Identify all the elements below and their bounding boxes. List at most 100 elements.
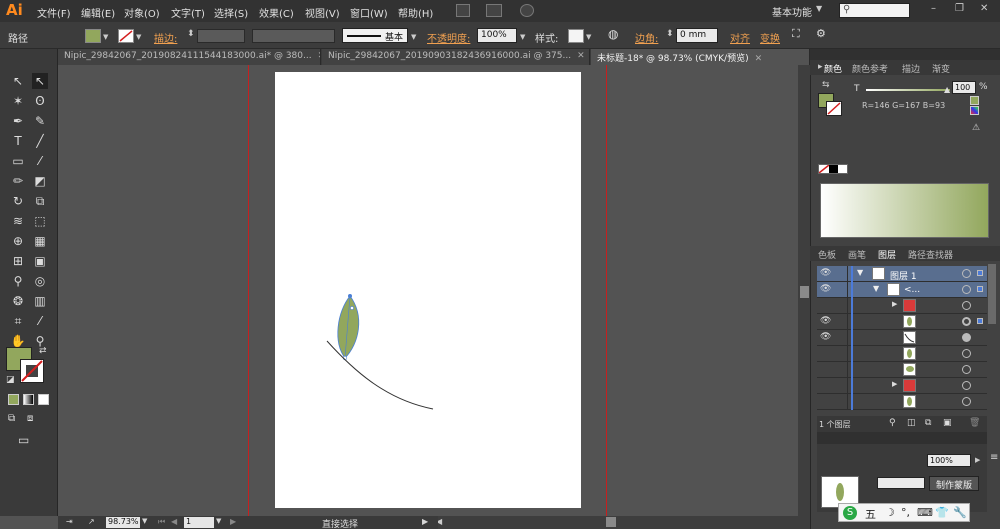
tab-document-1[interactable]: Nipic_29842067_20190824111544183000.ai* … — [58, 49, 321, 65]
graph-tool-icon[interactable]: ▥ — [32, 293, 48, 309]
ime-toolbar[interactable]: S 五 ☽ °, ⌨ 👕 🔧 — [838, 503, 970, 522]
gradient-mode-icon[interactable] — [23, 394, 34, 405]
delete-layer-icon[interactable]: 🗑 — [969, 418, 980, 428]
target-circle-icon[interactable] — [962, 285, 971, 294]
free-transform-tool-icon[interactable]: ⬚ — [32, 213, 48, 229]
tab-color-guide[interactable]: 颜色参考 — [852, 62, 888, 75]
swap-colors-icon[interactable]: ⇄ — [39, 346, 47, 356]
menu-view[interactable]: 视图(V) — [305, 5, 340, 20]
target-circle-icon[interactable] — [962, 269, 971, 278]
tab-color[interactable]: 颜色 — [824, 62, 842, 75]
target-circle-icon[interactable] — [962, 349, 971, 358]
target-circle-icon[interactable] — [962, 317, 971, 326]
corner-label[interactable]: 边角: — [635, 30, 658, 45]
tab-layers[interactable]: 图层 — [878, 248, 896, 261]
layers-scroll-thumb[interactable] — [988, 264, 996, 324]
opacity-field[interactable]: 100% — [477, 28, 517, 43]
tab-document-2[interactable]: Nipic_29842067_20190903182436916000.ai @… — [322, 49, 590, 65]
lock-toggle[interactable] — [834, 282, 848, 298]
fill-dropdown-icon[interactable]: ▼ — [103, 33, 108, 41]
eraser-tool-icon[interactable]: ◩ — [32, 173, 48, 189]
next-artboard-icon[interactable]: ▶ — [230, 517, 236, 526]
stroke-label[interactable]: 描边: — [154, 30, 177, 45]
paintbrush-tool-icon[interactable]: ⁄ — [32, 153, 48, 169]
lock-toggle[interactable] — [834, 298, 848, 314]
status-menu-icon[interactable]: ▶ — [422, 517, 428, 526]
chevron-down-icon[interactable]: ▼ — [816, 4, 822, 13]
menu-edit[interactable]: 编辑(E) — [81, 5, 115, 20]
swap-fill-stroke-icon[interactable]: ⇆ — [822, 80, 830, 90]
new-layer-icon[interactable]: ▣ — [943, 418, 952, 428]
lock-toggle[interactable] — [834, 346, 848, 362]
collapse-triangle-icon[interactable]: ▼ — [873, 284, 879, 293]
expand-triangle-icon[interactable]: ▶ — [892, 300, 897, 308]
ime-skin-icon[interactable]: 👕 — [935, 506, 949, 519]
color-spectrum-presets[interactable] — [818, 164, 848, 174]
rotate-tool-icon[interactable]: ↻ — [10, 193, 26, 209]
scroll-thumb[interactable] — [606, 517, 616, 527]
bridge-icon[interactable] — [456, 4, 470, 17]
visibility-eye-icon[interactable]: 👁 — [820, 268, 831, 278]
drawing-mode-icon[interactable]: ⧉ — [8, 413, 15, 424]
transform-link[interactable]: 变换 — [760, 30, 780, 45]
search-input[interactable]: ⚲ — [839, 3, 910, 18]
layer-row-item[interactable]: ▶ — [817, 378, 987, 394]
rectangle-tool-icon[interactable]: ▭ — [10, 153, 26, 169]
stroke-swatch[interactable] — [118, 29, 134, 43]
scroll-thumb[interactable] — [800, 286, 809, 298]
selection-indicator[interactable] — [977, 286, 983, 292]
expand-triangle-icon[interactable]: ▶ — [892, 380, 897, 388]
perspective-grid-icon[interactable]: ▦ — [32, 233, 48, 249]
canvas-area[interactable] — [58, 65, 798, 516]
align-link[interactable]: 对齐 — [730, 30, 750, 45]
recolor-artwork-icon[interactable]: ◍ — [608, 27, 618, 41]
layer-row-item[interactable] — [817, 362, 987, 378]
visibility-eye-icon[interactable]: 👁 — [820, 332, 831, 342]
panel-collapse-icon[interactable]: ▸ — [818, 62, 823, 72]
anchor-point[interactable] — [348, 294, 352, 298]
target-circle-icon[interactable] — [962, 365, 971, 374]
line-tool-icon[interactable]: ╱ — [32, 133, 48, 149]
graphic-style-swatch[interactable] — [568, 29, 584, 43]
export-icon[interactable]: ⇥ — [66, 517, 73, 526]
lock-toggle[interactable] — [834, 362, 848, 378]
panel-menu-icon[interactable]: ≡ — [990, 452, 998, 463]
menu-help[interactable]: 帮助(H) — [398, 5, 433, 20]
corner-field[interactable]: 0 mm — [676, 28, 718, 43]
close-button[interactable]: ✕ — [980, 3, 988, 14]
black-swatch[interactable] — [829, 165, 838, 173]
visibility-eye-icon[interactable]: 👁 — [820, 316, 831, 326]
close-icon[interactable]: ✕ — [755, 54, 763, 64]
type-tool-icon[interactable]: T — [10, 133, 26, 149]
menu-select[interactable]: 选择(S) — [214, 5, 248, 20]
layer-row-item[interactable] — [817, 394, 987, 410]
artboard[interactable] — [275, 72, 581, 508]
horizontal-scrollbar[interactable]: ◀ — [436, 516, 810, 529]
menu-object[interactable]: 对象(O) — [124, 5, 160, 20]
mask-thumbnail[interactable] — [877, 477, 925, 489]
opacity-label[interactable]: 不透明度: — [427, 30, 470, 45]
anchor-point[interactable] — [350, 306, 354, 310]
layer-row-item[interactable]: ▶ — [817, 298, 987, 314]
zoom-dropdown-icon[interactable]: ▼ — [142, 517, 147, 525]
out-of-gamut-swatch[interactable] — [970, 96, 979, 105]
menu-type[interactable]: 文字(T) — [171, 5, 205, 20]
tint-value-field[interactable]: 100 — [952, 81, 976, 94]
slider-handle-icon[interactable]: ▲ — [944, 85, 950, 94]
screen-mode-icon[interactable]: ▭ — [18, 433, 29, 447]
stroke-dropdown-icon[interactable]: ▼ — [136, 33, 141, 41]
tab-gradient[interactable]: 渐变 — [932, 62, 950, 75]
none-mode-icon[interactable] — [38, 394, 49, 405]
gradient-tool-icon[interactable]: ▣ — [32, 253, 48, 269]
make-clipping-mask-icon[interactable]: ◫ — [907, 418, 916, 428]
workspace-switcher[interactable]: 基本功能 — [772, 4, 812, 19]
panel-menu-icon[interactable]: ⚙ — [816, 27, 826, 40]
sublayer-name[interactable]: <... — [904, 285, 920, 295]
lock-toggle[interactable] — [834, 314, 848, 330]
tab-document-3[interactable]: 未标题-18* @ 98.73% (CMYK/预览) ✕ — [591, 49, 810, 65]
warp-tool-icon[interactable]: ≋ — [10, 213, 26, 229]
opacity-dropdown-icon[interactable]: ▶ — [975, 456, 980, 464]
target-circle-icon[interactable] — [962, 397, 971, 406]
layer-row-item[interactable]: 👁 — [817, 314, 987, 330]
slice-tool-icon[interactable]: ⁄ — [32, 313, 48, 329]
